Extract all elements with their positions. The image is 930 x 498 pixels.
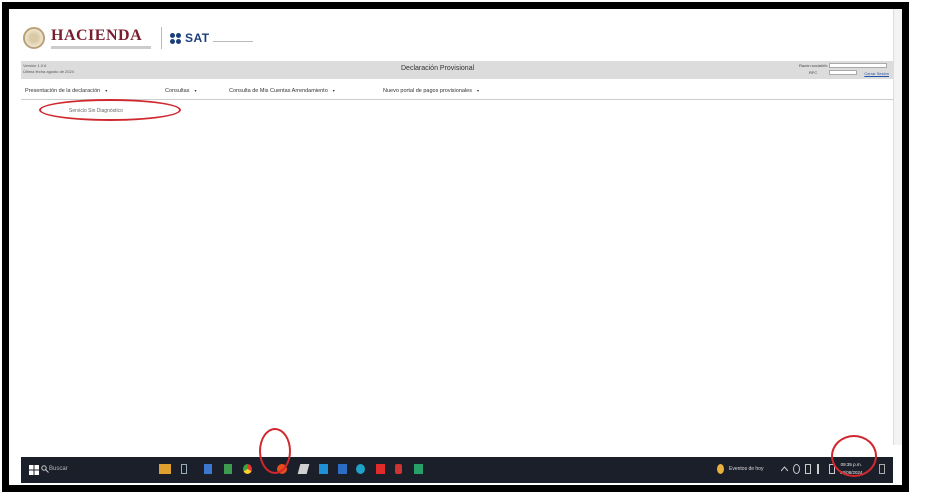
menu-item-presentacion[interactable]: Presentación de la declaración ▾ [25,88,107,94]
app-green-icon[interactable] [414,464,423,474]
hacienda-logo: HACIENDA [51,26,151,49]
hacienda-logo-text: HACIENDA [51,26,143,44]
close-session-link[interactable]: Cerrar Sesión [864,71,889,76]
volume-icon[interactable] [817,464,824,474]
vertical-scrollbar[interactable] [893,9,902,445]
chevron-down-icon: ▾ [476,88,479,93]
rfc-label: Razón social/rfc [799,63,828,68]
main-menu: Presentación de la declaración ▾ Consulta… [21,85,893,100]
notifications-icon[interactable] [879,464,885,474]
menu-item-label: Nuevo portal de pagos provisionales [383,88,472,94]
rfc-value-field [829,70,857,75]
page-title: Declaración Provisional [401,65,475,72]
screenshot-frame: HACIENDA SAT Versión 1.0.6 Última fecha … [2,2,909,492]
acrobat-icon[interactable] [376,464,385,474]
annotation-circle-firefox [259,428,291,474]
battery-icon[interactable] [805,464,811,474]
rfc-label-short: RFC [809,70,818,75]
menu-item-consulta-arrendamiento[interactable]: Consulta de Mis Cuentas Arrendamiento ▾ [229,88,335,94]
windows-taskbar: Buscar Eventos de hoy 09:35 p.m. 08/08/2… [21,457,893,483]
app-thumbnail-icon[interactable] [159,464,171,474]
windows-start-icon[interactable] [29,465,39,475]
taskbar-search-label[interactable]: Buscar [49,466,68,472]
search-icon [41,465,49,473]
sat-logo-text: SAT [185,31,210,45]
menu-item-consultas[interactable]: Consultas ▾ [165,88,196,94]
weather-icon [717,464,724,474]
sat-logo: SAT [170,31,253,45]
hacienda-logo-subtitle [51,45,151,49]
mail-icon[interactable] [338,464,347,474]
chevron-down-icon: ▾ [332,88,335,93]
events-today-label[interactable]: Eventos de hoy [729,466,763,472]
logo-divider [161,27,162,49]
sat-logo-line [212,40,253,42]
version-date: Última fecha agosto de 2024 [23,69,74,74]
pen-icon[interactable] [297,464,310,474]
rfc-panel: Razón social/rfc RFC Cerrar Sesión [799,62,889,78]
task-view-icon[interactable] [181,464,187,474]
menu-item-label: Consulta de Mis Cuentas Arrendamiento [229,88,328,94]
network-icon[interactable] [793,464,800,474]
menu-item-label: Consultas [165,88,190,94]
excel-icon[interactable] [224,464,232,474]
chrome-icon[interactable] [243,464,252,474]
chevron-up-icon[interactable] [781,466,788,472]
version-info: Versión 1.0.6 Última fecha agosto de 202… [23,63,74,75]
sat-dots-icon [170,32,181,44]
app-red-icon[interactable] [395,464,402,474]
chevron-down-icon: ▾ [105,88,108,93]
hacienda-seal-icon [23,27,45,49]
annotation-circle-clock [831,435,877,477]
chevron-down-icon: ▾ [194,88,197,93]
outlook-icon[interactable] [319,464,328,474]
word-icon[interactable] [204,464,212,474]
title-strip: Versión 1.0.6 Última fecha agosto de 202… [21,61,893,79]
menu-item-label: Presentación de la declaración [25,88,101,94]
menu-item-nuevo-portal[interactable]: Nuevo portal de pagos provisionales ▾ [383,88,479,94]
rfc-field [829,63,887,68]
right-margin [909,0,930,498]
header-logos: HACIENDA SAT [23,23,253,53]
annotation-circle-submenu [39,99,181,121]
edge-icon[interactable] [356,464,365,474]
